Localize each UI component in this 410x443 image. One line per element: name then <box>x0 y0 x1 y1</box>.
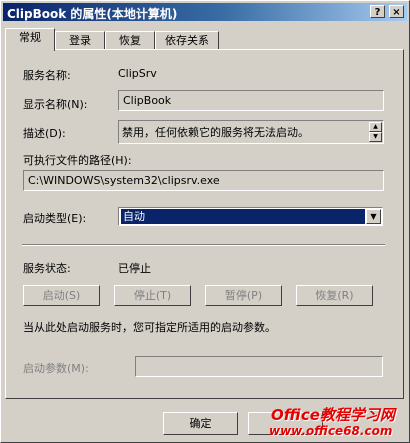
display-name-label: 显示名称(N): <box>23 98 88 111</box>
pause-button[interactable]: 暂停(P) <box>205 285 282 306</box>
stop-button[interactable]: 停止(T) <box>114 285 191 306</box>
exe-path-label: 可执行文件的路径(H): <box>23 154 132 167</box>
service-status-value: 已停止 <box>118 262 151 275</box>
divider <box>22 244 385 246</box>
tab-strip: 常规 登录 恢复 依存关系 <box>5 28 405 51</box>
service-status-label: 服务状态: <box>23 262 71 275</box>
start-params-hint: 当从此处启动服务时，您可指定所适用的启动参数。 <box>23 321 276 334</box>
chevron-down-icon[interactable]: ▼ <box>366 209 381 224</box>
general-panel: 服务名称: ClipSrv 显示名称(N): ClipBook 描述(D): 禁… <box>5 49 404 399</box>
service-name-value: ClipSrv <box>118 67 157 80</box>
startup-type-value: 自动 <box>121 209 365 224</box>
scroll-up-arrow-icon[interactable]: ▲ <box>369 122 382 132</box>
service-name-label: 服务名称: <box>23 69 71 82</box>
window-title: ClipBook 的属性(本地计算机) <box>7 7 178 21</box>
ok-button[interactable]: 确定 <box>163 412 238 435</box>
exe-path-field[interactable]: C:\WINDOWS\system32\clipsrv.exe <box>23 170 384 191</box>
description-label: 描述(D): <box>23 127 66 140</box>
description-text: 禁用，任何依赖它的服务将无法启动。 <box>122 126 309 139</box>
site-watermark: Office教程学习网 www.office68.com <box>269 403 409 442</box>
tab-dependencies[interactable]: 依存关系 <box>155 31 219 50</box>
description-field[interactable]: 禁用，任何依赖它的服务将无法启动。 ▲ ▼ <box>118 120 384 144</box>
start-params-input[interactable] <box>135 356 383 377</box>
watermark-brand: Office教程学习网 <box>271 406 395 424</box>
help-button[interactable]: ? <box>370 5 385 18</box>
tab-logon[interactable]: 登录 <box>55 31 105 50</box>
resume-button[interactable]: 恢复(R) <box>296 285 373 306</box>
close-button[interactable]: × <box>389 5 404 18</box>
startup-type-label: 启动类型(E): <box>23 212 87 225</box>
start-params-label: 启动参数(M): <box>23 362 89 375</box>
tab-recovery[interactable]: 恢复 <box>105 31 155 50</box>
properties-dialog: ClipBook 的属性(本地计算机) ? × 常规 登录 恢复 依存关系 服务… <box>0 0 410 443</box>
startup-type-select[interactable]: 自动 ▼ <box>118 207 383 226</box>
display-name-field[interactable]: ClipBook <box>118 90 384 111</box>
watermark-url: www.office68.com <box>269 424 393 438</box>
tab-general[interactable]: 常规 <box>5 28 55 51</box>
scroll-down-arrow-icon[interactable]: ▼ <box>369 132 382 142</box>
start-button[interactable]: 启动(S) <box>23 285 100 306</box>
title-bar[interactable]: ClipBook 的属性(本地计算机) ? × <box>3 3 407 21</box>
